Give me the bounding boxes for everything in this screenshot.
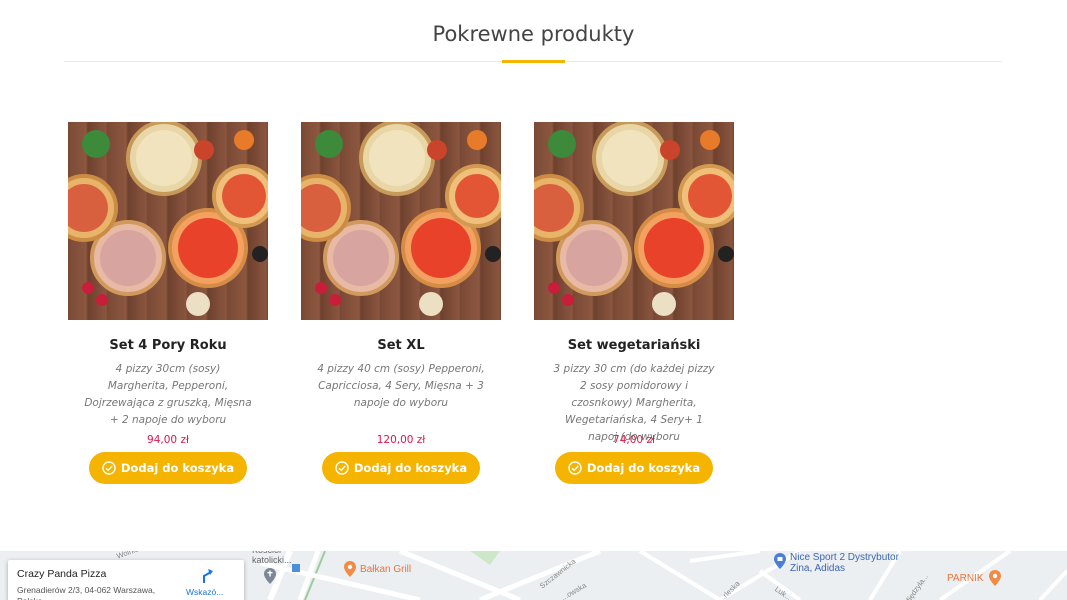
check-circle-icon (335, 461, 349, 475)
parnik-label[interactable]: PARNIK (947, 573, 984, 584)
product-image[interactable] (534, 122, 734, 320)
add-to-cart-label: Dodaj do koszyka (586, 461, 701, 475)
directions-link[interactable]: Wskazó... (186, 587, 223, 597)
product-card: Set 4 Pory Roku 4 pizzy 30cm (sosy) Marg… (68, 122, 268, 484)
product-description: 4 pizzy 30cm (sosy) Margherita, Pepperon… (84, 363, 252, 426)
place-info-card[interactable]: Crazy Panda Pizza Grenadierów 2/3, 04-06… (8, 560, 244, 600)
product-name[interactable]: Set 4 Pory Roku (68, 338, 268, 356)
product-price: 120,00 zł (376, 434, 426, 446)
product-card: Set XL 4 pizzy 40 cm (sosy) Pepperoni, C… (301, 122, 501, 484)
embedded-map[interactable]: Crazy Panda Pizza Grenadierów 2/3, 04-06… (0, 551, 1067, 600)
product-description: 3 pizzy 30 cm (do każdej pizzy 2 sosy po… (553, 363, 715, 443)
place-address: Grenadierów 2/3, 04-062 Warszawa, Polska (17, 585, 156, 600)
add-to-cart-button[interactable]: Dodaj do koszyka (322, 452, 480, 484)
restaurant-pin-icon[interactable] (344, 561, 356, 577)
add-to-cart-label: Dodaj do koszyka (353, 461, 468, 475)
add-to-cart-button[interactable]: Dodaj do koszyka (555, 452, 713, 484)
product-description: 4 pizzy 40 cm (sosy) Pepperoni, Capricci… (317, 363, 485, 409)
add-to-cart-label: Dodaj do koszyka (120, 461, 235, 475)
check-circle-icon (568, 461, 582, 475)
title-accent-bar (502, 60, 565, 63)
product-image[interactable] (68, 122, 268, 320)
balkan-grill-label[interactable]: Bałkan Grill (360, 564, 411, 575)
church-pin-icon[interactable] (264, 568, 276, 584)
add-to-cart-button[interactable]: Dodaj do koszyka (89, 452, 247, 484)
directions-icon[interactable] (200, 568, 216, 584)
section-title: Pokrewne produkty (432, 22, 635, 46)
product-name[interactable]: Set XL (301, 338, 501, 356)
product-name[interactable]: Set wegetariański (534, 338, 734, 356)
check-circle-icon (102, 461, 116, 475)
restaurant-pin-icon[interactable] (989, 570, 1001, 586)
product-price: 94,00 zł (147, 434, 189, 446)
place-name: Crazy Panda Pizza (17, 568, 107, 580)
church-label[interactable]: Kościół katolicki... (252, 551, 292, 565)
product-image[interactable] (301, 122, 501, 320)
product-price: 74,00 zł (613, 434, 655, 446)
shop-pin-icon[interactable] (774, 553, 786, 569)
product-card: Set wegetariański 3 pizzy 30 cm (do każd… (534, 122, 734, 484)
nice-sport-label[interactable]: Nice Sport 2 Dystrybutor Zina, Adidas (790, 552, 899, 574)
